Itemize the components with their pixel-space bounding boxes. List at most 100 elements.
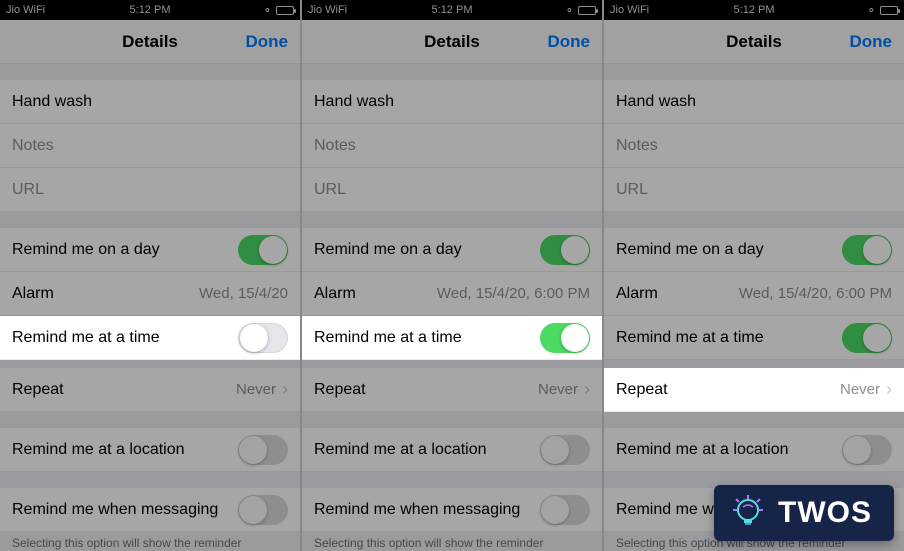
status-time: 5:12 PM <box>130 4 171 16</box>
remind-location-row[interactable]: Remind me at a location <box>604 428 904 472</box>
page-title: Details <box>424 32 480 52</box>
carrier-label: Jio WiFi <box>6 4 45 16</box>
repeat-value: Never <box>236 381 276 398</box>
panel-2: Jio WiFi 5:12 PM ⚬ Details Done Hand was… <box>302 0 602 551</box>
remind-location-toggle[interactable] <box>238 435 288 465</box>
url-field[interactable]: URL <box>302 168 602 212</box>
alarm-value: Wed, 15/4/20 <box>199 285 288 302</box>
title-value: Hand wash <box>616 93 892 111</box>
remind-location-toggle[interactable] <box>842 435 892 465</box>
chevron-right-icon: › <box>886 379 892 400</box>
alarm-row[interactable]: Alarm Wed, 15/4/20, 6:00 PM <box>604 272 904 316</box>
nav-bar: Details Done <box>0 20 300 64</box>
bluetooth-icon: ⚬ <box>565 4 574 17</box>
alarm-value: Wed, 15/4/20, 6:00 PM <box>437 285 590 302</box>
battery-icon <box>276 6 294 15</box>
remind-time-row[interactable]: Remind me at a time <box>604 316 904 360</box>
status-bar: Jio WiFi 5:12 PM ⚬ <box>302 0 602 20</box>
remind-day-toggle[interactable] <box>540 235 590 265</box>
url-placeholder: URL <box>616 181 892 199</box>
remind-location-row[interactable]: Remind me at a location <box>302 428 602 472</box>
remind-time-row[interactable]: Remind me at a time <box>0 316 300 360</box>
remind-day-row[interactable]: Remind me on a day <box>302 228 602 272</box>
notes-placeholder: Notes <box>616 137 892 155</box>
url-field[interactable]: URL <box>0 168 300 212</box>
carrier-label: Jio WiFi <box>308 4 347 16</box>
panels-container: Jio WiFi 5:12 PM ⚬ Details Done Hand was… <box>0 0 904 551</box>
nav-bar: Details Done <box>302 20 602 64</box>
repeat-label: Repeat <box>12 381 236 399</box>
status-bar: Jio WiFi 5:12 PM ⚬ <box>604 0 904 20</box>
url-placeholder: URL <box>12 181 288 199</box>
messaging-footer: Selecting this option will show the remi… <box>0 532 300 551</box>
remind-time-label: Remind me at a time <box>12 329 238 347</box>
remind-time-row[interactable]: Remind me at a time <box>302 316 602 360</box>
battery-icon <box>880 6 898 15</box>
page-title: Details <box>122 32 178 52</box>
remind-time-toggle[interactable] <box>842 323 892 353</box>
remind-location-label: Remind me at a location <box>616 441 842 459</box>
status-right: ⚬ <box>263 4 294 17</box>
status-bar: Jio WiFi 5:12 PM ⚬ <box>0 0 300 20</box>
remind-time-label: Remind me at a time <box>616 329 842 347</box>
remind-messaging-toggle[interactable] <box>238 495 288 525</box>
done-button[interactable]: Done <box>548 32 591 52</box>
alarm-value: Wed, 15/4/20, 6:00 PM <box>739 285 892 302</box>
repeat-row[interactable]: Repeat Never › <box>0 368 300 412</box>
done-button[interactable]: Done <box>850 32 893 52</box>
remind-day-row[interactable]: Remind me on a day <box>604 228 904 272</box>
remind-location-toggle[interactable] <box>540 435 590 465</box>
done-button[interactable]: Done <box>246 32 289 52</box>
title-field[interactable]: Hand wash <box>0 80 300 124</box>
remind-time-toggle[interactable] <box>540 323 590 353</box>
status-right: ⚬ <box>565 4 596 17</box>
watermark-text: TWOS <box>778 496 872 530</box>
messaging-footer: Selecting this option will show the remi… <box>302 532 602 551</box>
remind-day-label: Remind me on a day <box>314 241 540 259</box>
remind-day-toggle[interactable] <box>238 235 288 265</box>
title-value: Hand wash <box>314 93 590 111</box>
panel-1: Jio WiFi 5:12 PM ⚬ Details Done Hand was… <box>0 0 300 551</box>
remind-day-label: Remind me on a day <box>616 241 842 259</box>
url-placeholder: URL <box>314 181 590 199</box>
lightbulb-icon <box>728 493 768 533</box>
remind-day-toggle[interactable] <box>842 235 892 265</box>
url-field[interactable]: URL <box>604 168 904 212</box>
alarm-row[interactable]: Alarm Wed, 15/4/20 <box>0 272 300 316</box>
remind-day-row[interactable]: Remind me on a day <box>0 228 300 272</box>
remind-messaging-row[interactable]: Remind me when messaging <box>0 488 300 532</box>
title-field[interactable]: Hand wash <box>604 80 904 124</box>
repeat-value: Never <box>840 381 880 398</box>
panel-3: Jio WiFi 5:12 PM ⚬ Details Done Hand was… <box>604 0 904 551</box>
notes-field[interactable]: Notes <box>0 124 300 168</box>
notes-placeholder: Notes <box>314 137 590 155</box>
repeat-row[interactable]: Repeat Never › <box>302 368 602 412</box>
notes-field[interactable]: Notes <box>302 124 602 168</box>
repeat-value: Never <box>538 381 578 398</box>
status-time: 5:12 PM <box>734 4 775 16</box>
remind-location-label: Remind me at a location <box>314 441 540 459</box>
bluetooth-icon: ⚬ <box>263 4 272 17</box>
repeat-label: Repeat <box>616 381 840 399</box>
notes-placeholder: Notes <box>12 137 288 155</box>
carrier-label: Jio WiFi <box>610 4 649 16</box>
battery-icon <box>578 6 596 15</box>
remind-location-label: Remind me at a location <box>12 441 238 459</box>
watermark: TWOS <box>714 485 894 541</box>
alarm-label: Alarm <box>314 285 437 303</box>
remind-day-label: Remind me on a day <box>12 241 238 259</box>
notes-field[interactable]: Notes <box>604 124 904 168</box>
status-time: 5:12 PM <box>432 4 473 16</box>
chevron-right-icon: › <box>282 379 288 400</box>
alarm-row[interactable]: Alarm Wed, 15/4/20, 6:00 PM <box>302 272 602 316</box>
title-field[interactable]: Hand wash <box>302 80 602 124</box>
remind-time-toggle[interactable] <box>238 323 288 353</box>
nav-bar: Details Done <box>604 20 904 64</box>
remind-messaging-toggle[interactable] <box>540 495 590 525</box>
alarm-label: Alarm <box>12 285 199 303</box>
repeat-row[interactable]: Repeat Never › <box>604 368 904 412</box>
remind-messaging-label: Remind me when messaging <box>314 501 540 519</box>
remind-location-row[interactable]: Remind me at a location <box>0 428 300 472</box>
bluetooth-icon: ⚬ <box>867 4 876 17</box>
remind-messaging-row[interactable]: Remind me when messaging <box>302 488 602 532</box>
